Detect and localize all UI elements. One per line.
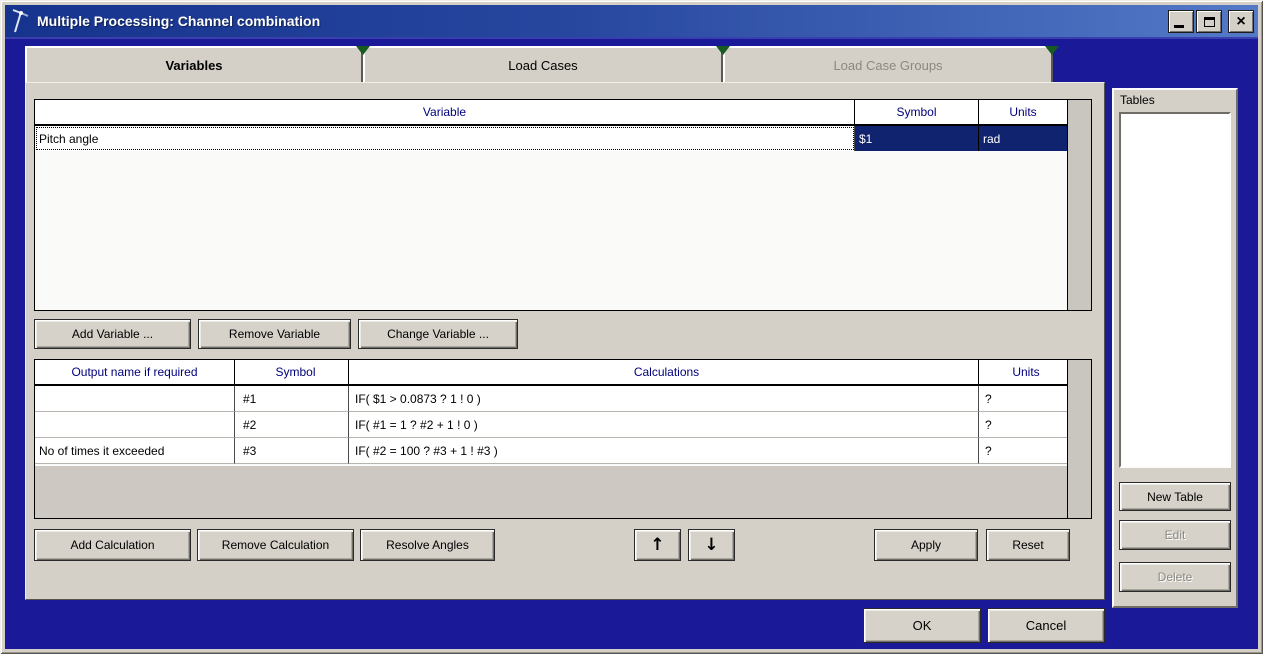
maximize-button[interactable] <box>1196 10 1222 33</box>
symbol-cell[interactable]: #2 <box>235 412 349 438</box>
new-table-button[interactable]: New Table <box>1119 482 1231 511</box>
dialog-window: Multiple Processing: Channel combination… <box>0 0 1263 654</box>
calculation-row[interactable]: #2 IF( #1 = 1 ? #2 + 1 ! 0 ) ? <box>35 412 1091 438</box>
variables-table-filler <box>1067 100 1091 310</box>
add-calculation-button[interactable]: Add Calculation <box>34 529 191 561</box>
symbol-cell[interactable]: #3 <box>235 438 349 464</box>
column-header-variable[interactable]: Variable <box>35 100 855 124</box>
tables-panel-label: Tables <box>1120 93 1155 107</box>
minimize-icon <box>1174 25 1184 28</box>
tables-panel: Tables New Table Edit Delete <box>1112 88 1238 608</box>
variable-units-cell[interactable]: rad <box>979 126 1067 151</box>
column-header-output-name[interactable]: Output name if required <box>35 360 235 384</box>
units-cell[interactable]: ? <box>979 412 1067 438</box>
remove-calculation-button[interactable]: Remove Calculation <box>197 529 354 561</box>
variable-name-cell[interactable]: Pitch angle <box>35 126 855 151</box>
move-down-button[interactable]: ↓ <box>688 529 735 561</box>
move-up-button[interactable]: ↑ <box>634 529 681 561</box>
calculation-cell[interactable]: IF( #1 = 1 ? #2 + 1 ! 0 ) <box>349 412 979 438</box>
calculations-table-filler <box>1067 360 1091 518</box>
remove-variable-button[interactable]: Remove Variable <box>198 319 351 349</box>
variables-table: Variable Symbol Units Pitch angle $1 rad <box>34 99 1092 311</box>
calculation-row[interactable]: No of times it exceeded #3 IF( #2 = 100 … <box>35 438 1091 464</box>
client-area: Variables Load Cases Load Case Groups Va… <box>5 37 1258 649</box>
units-cell[interactable]: ? <box>979 438 1067 464</box>
variable-symbol-cell[interactable]: $1 <box>855 126 979 151</box>
tab-variables-label: Variables <box>165 58 222 73</box>
calculations-table-header: Output name if required Symbol Calculati… <box>35 360 1091 386</box>
up-arrow-icon: ↑ <box>650 535 664 555</box>
reset-button[interactable]: Reset <box>986 529 1070 561</box>
tab-strip: Variables Load Cases Load Case Groups <box>25 46 1053 82</box>
column-header-symbol[interactable]: Symbol <box>855 100 979 124</box>
units-cell[interactable]: ? <box>979 386 1067 412</box>
calculations-table-empty-area <box>35 466 1067 518</box>
tab-load-cases-label: Load Cases <box>508 58 577 73</box>
add-variable-button[interactable]: Add Variable ... <box>34 319 191 349</box>
down-arrow-icon: ↓ <box>704 535 718 555</box>
calculation-cell[interactable]: IF( #2 = 100 ? #3 + 1 ! #3 ) <box>349 438 979 464</box>
resolve-angles-button[interactable]: Resolve Angles <box>360 529 495 561</box>
app-icon <box>9 8 31 34</box>
tab-load-cases[interactable]: Load Cases <box>363 46 723 82</box>
tab-seam-marker-icon <box>716 46 730 55</box>
maximize-icon <box>1204 17 1215 27</box>
variable-row[interactable]: Pitch angle $1 rad <box>35 126 1091 151</box>
minimize-button[interactable] <box>1168 10 1194 33</box>
cancel-button[interactable]: Cancel <box>987 608 1105 643</box>
close-icon: × <box>1236 14 1245 30</box>
calculations-table: Output name if required Symbol Calculati… <box>34 359 1092 519</box>
delete-table-button: Delete <box>1119 562 1231 592</box>
edit-table-button: Edit <box>1119 520 1231 550</box>
tab-seam-marker-icon <box>1045 46 1059 55</box>
tab-variables[interactable]: Variables <box>25 46 363 82</box>
ok-button[interactable]: OK <box>863 608 981 643</box>
column-header-units[interactable]: Units <box>979 360 1067 384</box>
change-variable-button[interactable]: Change Variable ... <box>358 319 518 349</box>
output-name-cell[interactable]: No of times it exceeded <box>35 438 235 464</box>
column-header-symbol[interactable]: Symbol <box>235 360 349 384</box>
window-controls: × <box>1166 10 1254 33</box>
tab-load-case-groups: Load Case Groups <box>723 46 1053 82</box>
apply-button[interactable]: Apply <box>874 529 978 561</box>
titlebar[interactable]: Multiple Processing: Channel combination… <box>5 5 1258 37</box>
variables-tab-panel: Variable Symbol Units Pitch angle $1 rad… <box>25 82 1105 600</box>
tab-seam-marker-icon <box>356 46 370 55</box>
window-title: Multiple Processing: Channel combination <box>37 13 320 29</box>
symbol-cell[interactable]: #1 <box>235 386 349 412</box>
output-name-cell[interactable] <box>35 412 235 438</box>
output-name-cell[interactable] <box>35 386 235 412</box>
calculation-row[interactable]: #1 IF( $1 > 0.0873 ? 1 ! 0 ) ? <box>35 386 1091 412</box>
tab-load-case-groups-label: Load Case Groups <box>833 58 942 73</box>
tables-listbox[interactable] <box>1119 112 1231 468</box>
column-header-calculations[interactable]: Calculations <box>349 360 979 384</box>
calculation-cell[interactable]: IF( $1 > 0.0873 ? 1 ! 0 ) <box>349 386 979 412</box>
column-header-units[interactable]: Units <box>979 100 1067 124</box>
variables-table-header: Variable Symbol Units <box>35 100 1091 126</box>
close-button[interactable]: × <box>1228 10 1254 33</box>
